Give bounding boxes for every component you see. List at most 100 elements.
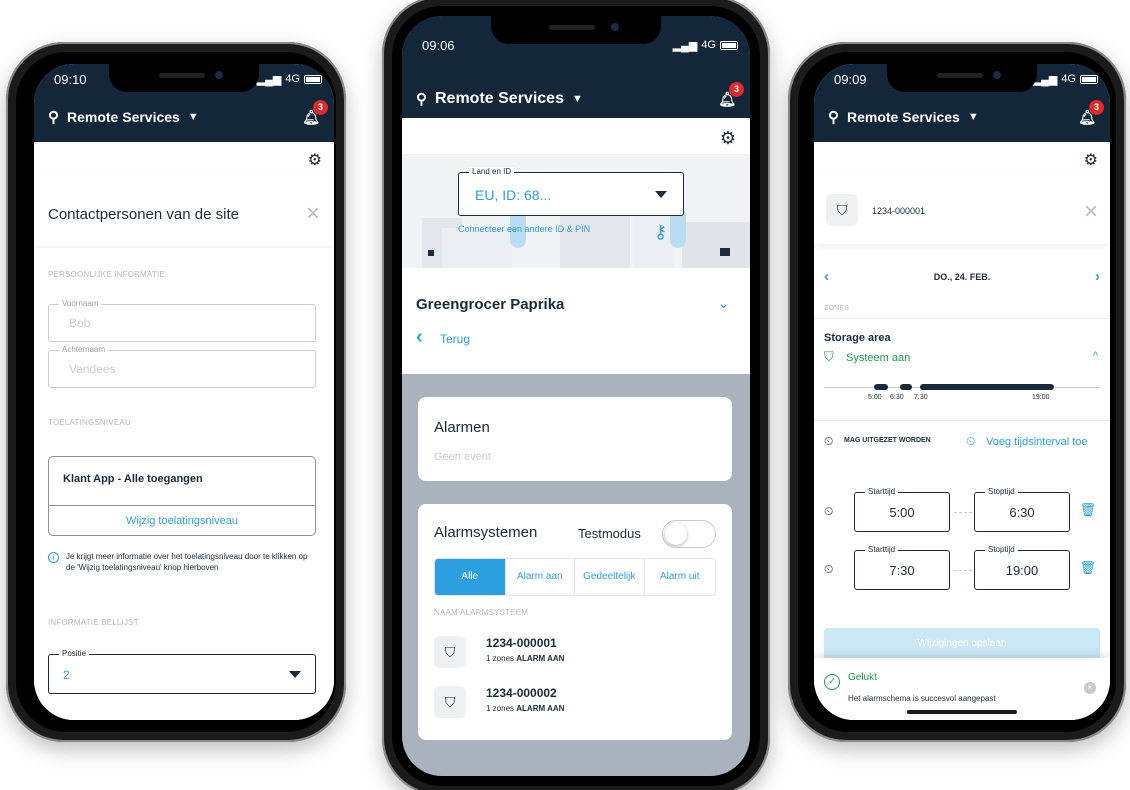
stop-time-value: 19:00	[1005, 563, 1039, 578]
position-value: 2	[63, 668, 70, 682]
next-day-icon[interactable]: ›	[1095, 268, 1100, 285]
dropdown-arrow-icon	[655, 191, 667, 198]
first-name-field[interactable]: Voornaam Bob	[48, 299, 316, 342]
system-header: ⛉ 1234-000001 ×	[814, 176, 1110, 244]
chevron-down-icon[interactable]: ▼	[572, 93, 583, 105]
interval-row: ⏲ Starttijd 7:30 Stoptijd 19:00 🗑︎	[814, 545, 1110, 594]
settings-icon[interactable]: ⚙	[720, 128, 736, 149]
last-name-label: Achternaam	[59, 345, 109, 354]
chevron-down-icon[interactable]: ⌄	[717, 294, 730, 312]
filter-alarm-on[interactable]: Alarm aan	[504, 559, 575, 595]
filter-partial[interactable]: Gedeeltelijk	[574, 559, 644, 595]
timeline-label: 19:00	[1032, 394, 1050, 401]
zone-status: Systeem aan	[846, 352, 911, 364]
trash-icon[interactable]: 🗑︎	[1079, 502, 1096, 518]
network-label: 4G	[701, 39, 716, 51]
start-time-field[interactable]: Starttijd 7:30	[854, 545, 950, 590]
site-hero: ⚙ Land en ID EU, ID: 68... Connecteer ee…	[402, 118, 750, 374]
shield-icon: ⛉	[434, 686, 466, 718]
back-icon[interactable]: ‹	[416, 326, 423, 349]
change-level-button[interactable]: Wijzig toelatingsniveau	[49, 515, 315, 527]
connect-other-link[interactable]: Connecteer een andere ID & PIN	[458, 224, 598, 235]
shield-icon: ⛉	[826, 194, 858, 226]
stop-label: Stoptijd	[985, 487, 1018, 496]
section-personal: PERSOONLIJKE INFORMATIE	[48, 270, 165, 279]
status-time: 09:06	[422, 37, 455, 53]
app-title[interactable]: Remote Services	[67, 109, 180, 125]
showcase: 09:10 ▂▄▆ 4G ⚲ Remote Services ▼ 🔔︎ 3 ⚙ Co…	[0, 0, 1130, 790]
system-status: ALARM AAN	[516, 654, 565, 663]
panel-title: Contactpersonen van de site	[48, 206, 239, 223]
chevron-up-icon[interactable]: ^	[1093, 350, 1098, 362]
last-name-field[interactable]: Achternaam Vandees	[48, 345, 316, 388]
chevron-down-icon[interactable]: ▼	[188, 111, 199, 123]
add-interval-link[interactable]: Voeg tijdsinterval toe	[986, 436, 1088, 448]
stop-time-field[interactable]: Stoptijd 19:00	[974, 545, 1070, 590]
shield-check-icon: ⛉	[824, 349, 834, 364]
key-icon: ⚷	[654, 222, 668, 242]
signal-icon: ▂▄▆	[672, 39, 698, 52]
phone-left: 09:10 ▂▄▆ 4G ⚲ Remote Services ▼ 🔔︎ 3 ⚙ Co…	[6, 42, 346, 742]
phone-right-screen: 09:09 ▂▄▆ 4G ⚲ Remote Services ▼ 🔔︎ 3 ⚙ ⛉ …	[814, 64, 1110, 720]
timeline-label: 6:30	[890, 394, 904, 401]
timeline: 5:00 6:30 7:30 19:00	[824, 382, 1100, 412]
clock-icon: ⏲	[824, 434, 834, 448]
bell-icon[interactable]: 🔔︎ 3	[718, 81, 744, 108]
close-icon[interactable]: ×	[306, 200, 320, 228]
remote-services-icon: ⚲	[416, 91, 427, 108]
battery-icon	[1080, 74, 1098, 84]
list-item[interactable]: ⛉ 1234-000001 1 zones ALARM AAN	[434, 632, 716, 674]
interval-row: ⏲ Starttijd 5:00 Stoptijd 6:30 🗑︎	[814, 487, 1110, 536]
chevron-down-icon[interactable]: ▼	[968, 111, 979, 123]
start-time-value: 5:00	[889, 505, 915, 520]
settings-icon[interactable]: ⚙	[308, 150, 322, 170]
back-link[interactable]: Terug	[440, 332, 470, 346]
trash-icon[interactable]: 🗑︎	[1079, 560, 1096, 576]
battery-icon	[304, 74, 322, 84]
bell-icon[interactable]: 🔔︎ 3	[1078, 99, 1104, 126]
test-mode-toggle[interactable]	[662, 520, 716, 548]
list-item[interactable]: ⛉ 1234-000002 1 zones ALARM AAN	[434, 682, 716, 724]
app-title[interactable]: Remote Services	[435, 90, 564, 108]
start-time-field[interactable]: Starttijd 5:00	[854, 487, 950, 532]
toast-title: Gelukt	[848, 672, 877, 683]
country-id-select[interactable]: Land en ID EU, ID: 68...	[458, 167, 684, 216]
position-select[interactable]: Positie 2	[48, 649, 316, 694]
level-value: Klant App - Alle toegangen	[63, 473, 203, 485]
start-label: Starttijd	[865, 545, 899, 554]
app-title[interactable]: Remote Services	[847, 109, 960, 125]
add-interval-icon[interactable]: ⏲	[966, 434, 975, 449]
system-status: ALARM AAN	[516, 704, 565, 713]
toast-message: Het alarmschema is succesvol aangepast	[848, 694, 996, 703]
system-id: 1234-000001	[486, 636, 557, 650]
level-card: Klant App - Alle toegangen Wijzig toelat…	[48, 456, 316, 536]
stop-label: Stoptijd	[985, 545, 1018, 554]
site-name: Greengrocer Paprika	[416, 296, 565, 313]
dropdown-arrow-icon	[289, 671, 301, 678]
filter-all[interactable]: Alle	[435, 559, 505, 595]
system-zones: 1 zones	[486, 704, 515, 713]
phone-right: 09:09 ▂▄▆ 4G ⚲ Remote Services ▼ 🔔︎ 3 ⚙ ⛉ …	[788, 42, 1126, 742]
filter-bar: Alle Alarm aan Gedeeltelijk Alarm uit	[434, 558, 716, 596]
bell-icon[interactable]: 🔔︎ 3	[302, 99, 328, 126]
filter-alarm-off[interactable]: Alarm uit	[643, 559, 715, 595]
zones-label: ZONES	[824, 305, 850, 312]
timeline-segment	[920, 384, 1054, 390]
notification-badge: 3	[313, 99, 328, 115]
shield-icon: ⛉	[434, 636, 466, 668]
stop-time-field[interactable]: Stoptijd 6:30	[974, 487, 1070, 532]
phone-middle: 09:06 ▂▄▆4G ⚲ Remote Services ▼ 🔔︎3 ⚙	[382, 0, 770, 790]
timeline-label: 5:00	[868, 394, 882, 401]
settings-icon[interactable]: ⚙	[1084, 150, 1098, 170]
phone-left-screen: 09:10 ▂▄▆ 4G ⚲ Remote Services ▼ 🔔︎ 3 ⚙ Co…	[34, 64, 334, 720]
home-indicator	[907, 710, 1017, 714]
save-button[interactable]: Wijzigingen opslaan	[824, 628, 1100, 660]
status-time: 09:10	[54, 71, 87, 87]
toast-close-icon[interactable]: ×	[1084, 682, 1096, 694]
timeline-segment	[874, 384, 888, 390]
alarm-systems-card: Alarmsystemen Testmodus Alle Alarm aan G…	[418, 504, 732, 740]
close-icon[interactable]: ×	[1084, 198, 1098, 226]
timeline-segment	[900, 384, 912, 390]
start-time-value: 7:30	[889, 563, 915, 578]
info-text: Je krijgt meer informatie over het toela…	[66, 552, 308, 572]
